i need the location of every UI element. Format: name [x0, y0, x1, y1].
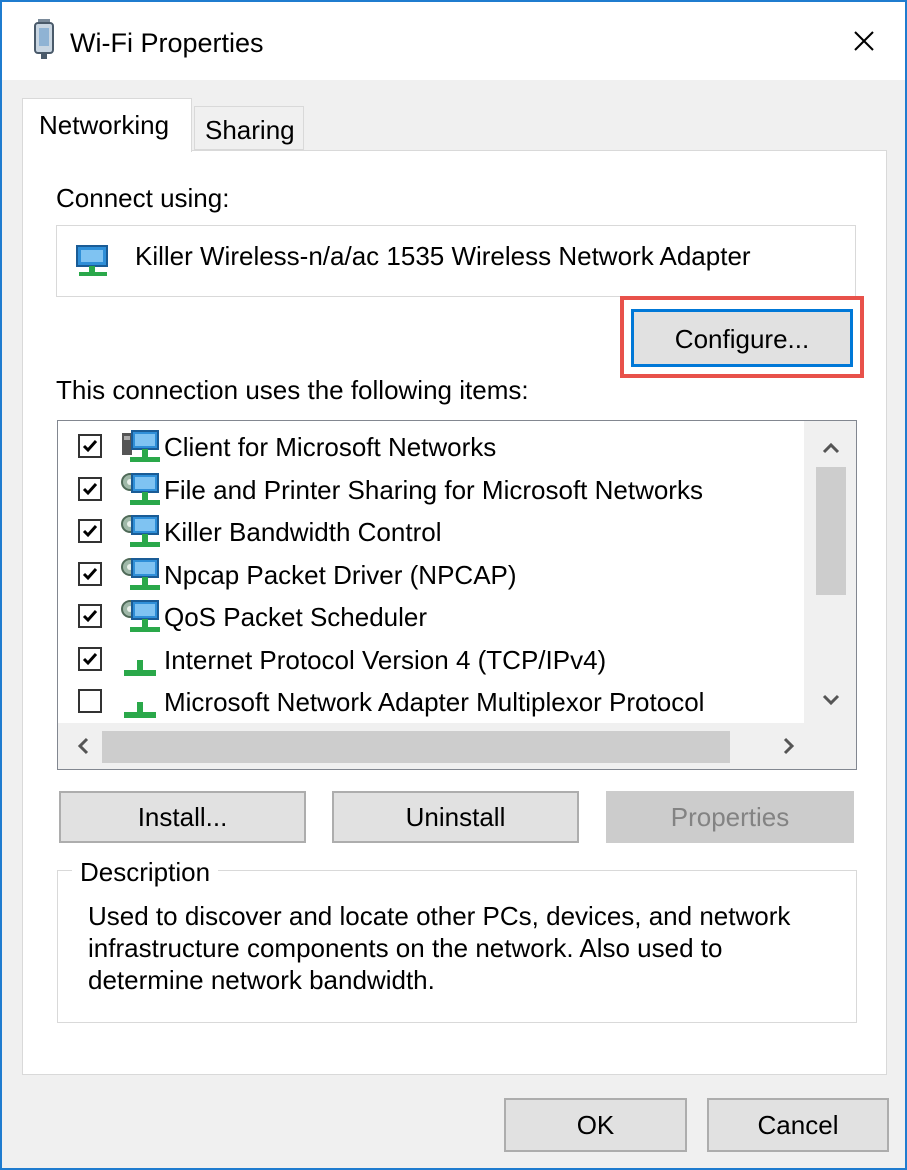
close-button[interactable]: [838, 16, 890, 66]
list-item-label: Microsoft Network Adapter Multiplexor Pr…: [164, 687, 705, 717]
vertical-scroll-thumb[interactable]: [816, 467, 846, 595]
properties-button[interactable]: Properties: [606, 791, 854, 843]
configure-button[interactable]: Configure...: [631, 309, 853, 367]
scroll-down-icon[interactable]: [816, 685, 846, 715]
title-bar: Wi-Fi Properties: [2, 2, 905, 80]
connect-using-label: Connect using:: [56, 183, 230, 213]
tab-sharing[interactable]: Sharing: [194, 106, 304, 150]
list-item-label: Client for Microsoft Networks: [164, 432, 497, 462]
checkbox-checked[interactable]: [78, 604, 102, 628]
scroll-up-icon[interactable]: [816, 433, 846, 463]
list-item[interactable]: Npcap Packet Driver (NPCAP): [58, 553, 808, 595]
wifi-properties-window: Wi-Fi Properties Networking Sharing Conn…: [0, 0, 907, 1170]
adapter-name: Killer Wireless-n/a/ac 1535 Wireless Net…: [135, 241, 751, 271]
scroll-left-icon[interactable]: [68, 731, 98, 761]
list-item[interactable]: Killer Bandwidth Control: [58, 510, 808, 552]
list-item-label: QoS Packet Scheduler: [164, 602, 428, 632]
list-item-label: Killer Bandwidth Control: [164, 517, 442, 547]
horizontal-scrollbar[interactable]: [58, 723, 856, 769]
network-service-icon: [120, 597, 160, 637]
window-title: Wi-Fi Properties: [70, 28, 264, 58]
description-text: Used to discover and locate other PCs, d…: [88, 901, 791, 995]
list-item-label: Internet Protocol Version 4 (TCP/IPv4): [164, 644, 607, 675]
list-item-label: File and Printer Sharing for Microsoft N…: [164, 474, 703, 505]
uninstall-button[interactable]: Uninstall: [332, 791, 579, 843]
checkbox-checked[interactable]: [78, 646, 102, 671]
list-item[interactable]: QoS Packet Scheduler: [58, 595, 808, 637]
checkbox-checked[interactable]: [78, 561, 102, 586]
network-service-icon: [120, 512, 160, 552]
list-item-label: Npcap Packet Driver (NPCAP): [164, 559, 517, 590]
checkbox-checked[interactable]: [78, 519, 102, 543]
tab-networking[interactable]: Networking: [22, 98, 192, 152]
adapter-field: Killer Wireless-n/a/ac 1535 Wireless Net…: [56, 225, 856, 297]
scroll-right-icon[interactable]: [774, 731, 804, 761]
description-legend: Description: [72, 856, 219, 888]
cancel-button[interactable]: Cancel: [707, 1098, 889, 1152]
horizontal-scroll-thumb[interactable]: [102, 731, 730, 763]
ok-button[interactable]: OK: [504, 1098, 687, 1152]
list-item[interactable]: Internet Protocol Version 4 (TCP/IPv4): [58, 638, 808, 680]
items-label: This connection uses the following items…: [56, 375, 529, 405]
vertical-scrollbar[interactable]: [804, 421, 856, 723]
network-client-icon: [120, 427, 160, 467]
install-button[interactable]: Install...: [59, 791, 306, 843]
items-list[interactable]: Client for Microsoft Networks File and Pr…: [57, 420, 857, 770]
protocol-icon: [120, 682, 160, 722]
checkbox-checked[interactable]: [78, 476, 102, 501]
list-item[interactable]: Microsoft Network Adapter Multiplexor Pr…: [58, 680, 808, 722]
list-item[interactable]: Client for Microsoft Networks: [58, 425, 808, 467]
network-service-icon: [120, 470, 160, 510]
network-adapter-icon: [76, 245, 108, 276]
list-item[interactable]: File and Printer Sharing for Microsoft N…: [58, 468, 808, 510]
wifi-adapter-icon: [34, 19, 54, 59]
checkbox-unchecked[interactable]: [78, 689, 102, 713]
checkbox-checked[interactable]: [78, 434, 102, 458]
protocol-icon: [120, 640, 160, 680]
network-service-icon: [120, 555, 160, 595]
